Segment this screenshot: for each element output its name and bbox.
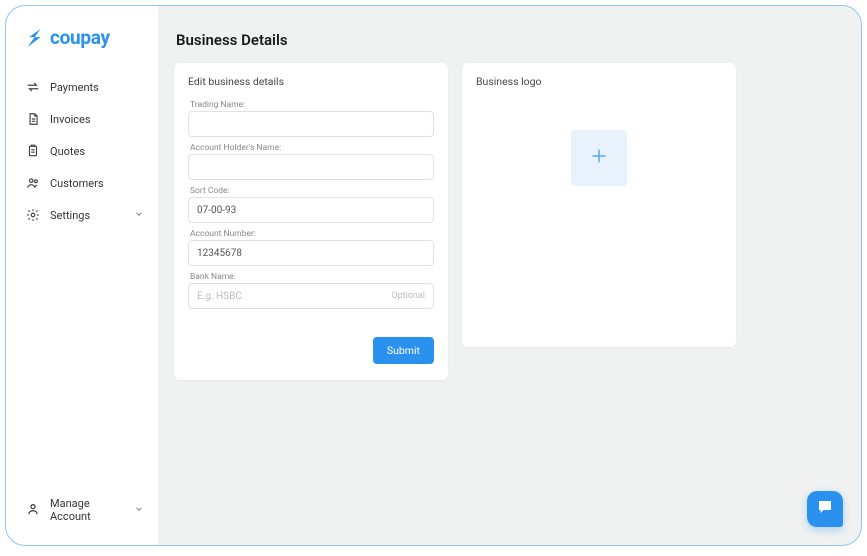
card-body: Trading Name: Account Holder's Name: Sor…: [174, 100, 448, 323]
sidebar-item-customers[interactable]: Customers: [6, 167, 158, 199]
account-number-input[interactable]: [188, 240, 434, 266]
sidebar-item-label: Invoices: [50, 113, 91, 126]
brand-logo: coupay: [6, 26, 158, 71]
cards-row: Edit business details Trading Name: Acco…: [174, 63, 843, 380]
account-holder-input[interactable]: [188, 154, 434, 180]
sidebar-item-label: Payments: [50, 81, 99, 94]
edit-business-card: Edit business details Trading Name: Acco…: [174, 63, 448, 380]
app-frame: coupay Payments Invoices Quotes: [5, 5, 862, 546]
sidebar-item-manage-account[interactable]: Manage Account: [6, 487, 158, 537]
sidebar-item-label: Customers: [50, 177, 104, 190]
trading-name-field[interactable]: [197, 119, 425, 130]
sidebar-item-label: Quotes: [50, 145, 85, 158]
sidebar-bottom-label: Manage Account: [50, 497, 124, 523]
card-header: Business logo: [462, 63, 736, 94]
trading-name-input[interactable]: [188, 111, 434, 137]
field-sort-code: Sort Code:: [188, 186, 434, 223]
field-trading-name: Trading Name:: [188, 100, 434, 137]
sidebar-item-label: Settings: [50, 209, 90, 222]
field-label: Sort Code:: [188, 186, 434, 197]
brand-mark-icon: [24, 27, 44, 49]
sidebar-item-payments[interactable]: Payments: [6, 71, 158, 103]
submit-button[interactable]: Submit: [373, 337, 434, 364]
field-label: Account Number:: [188, 229, 434, 240]
brand-name: coupay: [50, 26, 110, 49]
field-label: Bank Name:: [188, 272, 434, 283]
document-icon: [26, 112, 40, 126]
sidebar-item-quotes[interactable]: Quotes: [6, 135, 158, 167]
field-label: Trading Name:: [188, 100, 434, 111]
sidebar-item-invoices[interactable]: Invoices: [6, 103, 158, 135]
primary-nav: Payments Invoices Quotes Customers: [6, 71, 158, 487]
field-account-number: Account Number:: [188, 229, 434, 266]
sort-code-field[interactable]: [197, 205, 425, 216]
chat-icon: [816, 498, 834, 520]
chat-fab[interactable]: [807, 491, 843, 527]
business-logo-card: Business logo: [462, 63, 736, 347]
optional-label: Optional: [391, 291, 425, 301]
sidebar-item-settings[interactable]: Settings: [6, 199, 158, 231]
field-label: Account Holder's Name:: [188, 143, 434, 154]
account-number-field[interactable]: [197, 248, 425, 259]
upload-logo-button[interactable]: [571, 130, 627, 186]
plus-icon: [588, 145, 610, 171]
account-holder-field[interactable]: [197, 162, 425, 173]
person-icon: [26, 502, 40, 519]
gear-icon: [26, 208, 40, 222]
field-bank-name: Bank Name: Optional: [188, 272, 434, 309]
chevron-down-icon: [134, 504, 144, 517]
clipboard-icon: [26, 144, 40, 158]
chevron-down-icon: [134, 209, 144, 222]
page-title: Business Details: [176, 31, 843, 49]
main-content: Business Details Edit business details T…: [158, 6, 861, 545]
transfer-icon: [26, 80, 40, 94]
sidebar: coupay Payments Invoices Quotes: [6, 6, 158, 545]
field-account-holder: Account Holder's Name:: [188, 143, 434, 180]
submit-row: Submit: [174, 323, 448, 380]
users-icon: [26, 176, 40, 190]
card-header: Edit business details: [174, 63, 448, 94]
sort-code-input[interactable]: [188, 197, 434, 223]
bank-name-input[interactable]: Optional: [188, 283, 434, 309]
